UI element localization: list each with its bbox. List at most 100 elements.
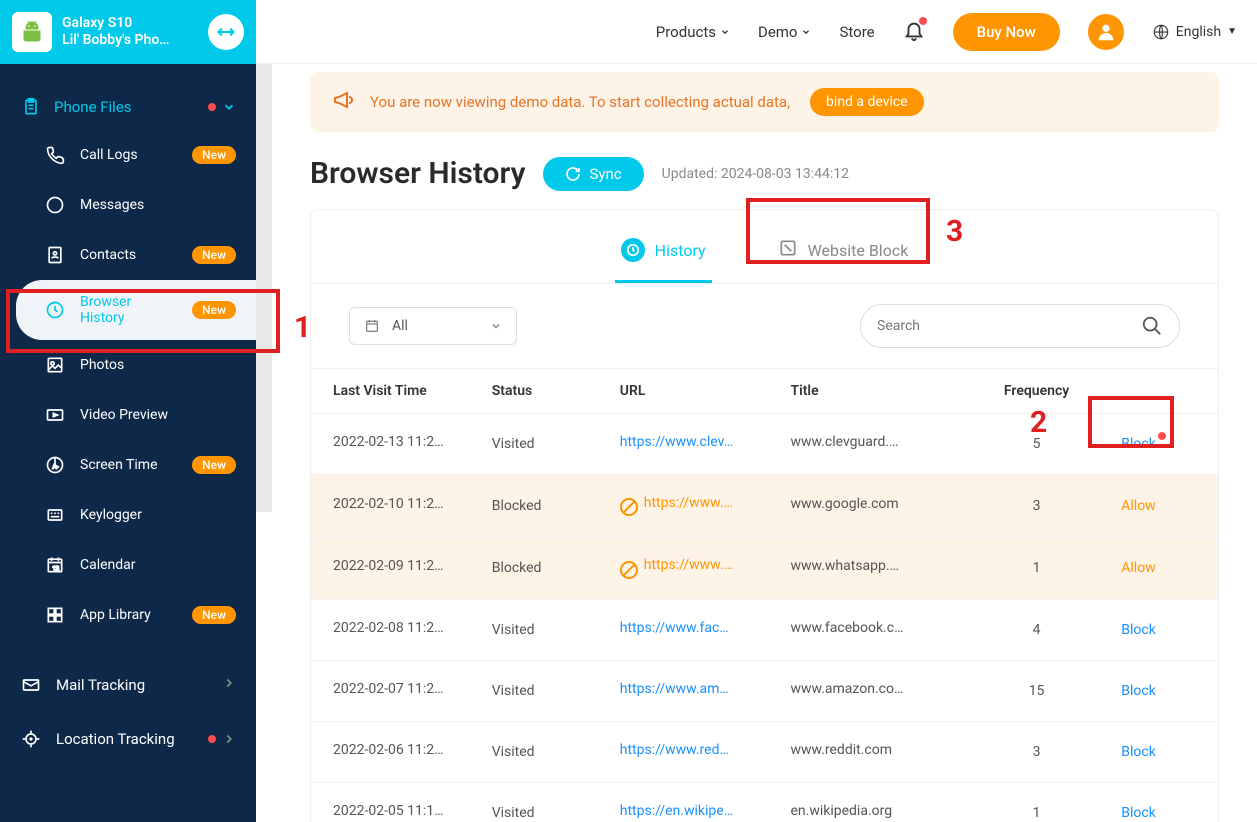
sidebar-item-label: Browser History — [80, 294, 178, 326]
url-link[interactable]: https://www.fac… — [620, 620, 729, 636]
cell-title: en.wikipedia.org — [780, 782, 961, 822]
search-box[interactable] — [860, 304, 1180, 348]
chevron-down-icon — [801, 27, 811, 37]
action-block[interactable]: Block — [1121, 622, 1156, 638]
chevron-down-icon — [720, 27, 730, 37]
sidebar-item-label: Contacts — [80, 247, 136, 263]
notification-dot — [208, 103, 216, 111]
target-icon — [20, 728, 42, 750]
ban-icon — [620, 498, 638, 516]
sync-button[interactable]: Sync — [543, 157, 643, 191]
new-badge: New — [192, 606, 236, 624]
cell-status: Visited — [482, 721, 610, 782]
cell-time: 2022-02-09 11:2… — [311, 537, 482, 599]
url-link[interactable]: https://www.clev… — [620, 434, 733, 450]
main-panel: History Website Block All Last Vis — [310, 209, 1219, 822]
nav-icon — [44, 194, 66, 216]
sidebar-item-location-tracking[interactable]: Location Tracking — [0, 712, 256, 766]
sidebar-item-photos[interactable]: Photos — [0, 340, 256, 390]
megaphone-icon — [332, 88, 356, 116]
search-icon — [1141, 315, 1163, 337]
notification-dot — [919, 17, 927, 25]
cell-url: https://en.wikipe… — [610, 782, 781, 822]
sidebar-item-contacts[interactable]: Contacts New — [0, 230, 256, 280]
sidebar-item-label: Messages — [80, 197, 144, 213]
nav-products[interactable]: Products — [656, 23, 730, 41]
cell-time: 2022-02-10 11:2… — [311, 475, 482, 537]
nav-demo[interactable]: Demo — [758, 23, 812, 41]
search-input[interactable] — [877, 318, 1131, 334]
chevron-down-icon — [222, 100, 236, 114]
date-filter-dropdown[interactable]: All — [349, 307, 517, 345]
cell-time: 2022-02-05 11:1… — [311, 782, 482, 822]
tab-website-block[interactable]: Website Block — [772, 228, 915, 283]
sidebar-item-messages[interactable]: Messages — [0, 180, 256, 230]
ban-icon — [620, 561, 638, 579]
table-row: 2022-02-08 11:2…Visitedhttps://www.fac…w… — [311, 599, 1218, 660]
cell-url: https://www.red… — [610, 721, 781, 782]
cell-action: Block — [1111, 782, 1218, 822]
sidebar-item-call-logs[interactable]: Call LogsNew — [0, 130, 256, 180]
tab-history[interactable]: History — [615, 228, 712, 283]
table-row: 2022-02-09 11:2…Blockedhttps://www.…www.… — [311, 537, 1218, 599]
nav-store[interactable]: Store — [839, 23, 874, 41]
sidebar-item-keylogger[interactable]: Keylogger — [0, 490, 256, 540]
table-row: 2022-02-06 11:2…Visitedhttps://www.red…w… — [311, 721, 1218, 782]
action-allow[interactable]: Allow — [1121, 560, 1155, 576]
sidebar: Galaxy S10 Lil' Bobby's Pho… Phone Files… — [0, 0, 256, 822]
banner-text: You are now viewing demo data. To start … — [370, 93, 790, 111]
col-frequency: Frequency — [962, 369, 1111, 414]
nav-icon — [44, 244, 66, 266]
refresh-icon — [565, 166, 581, 182]
cell-frequency: 3 — [962, 721, 1111, 782]
scrollbar[interactable] — [256, 64, 272, 512]
url-link[interactable]: https://www.… — [644, 557, 733, 573]
switch-device-icon[interactable] — [208, 14, 244, 50]
url-link[interactable]: https://www.am… — [620, 681, 729, 697]
sidebar-item-browser-history[interactable]: Browser HistoryNew — [16, 280, 256, 340]
cell-action: Block — [1111, 660, 1218, 721]
cell-status: Blocked — [482, 537, 610, 599]
nav-icon — [44, 504, 66, 526]
nav-icon — [44, 299, 66, 321]
nav-icon: 12 — [44, 554, 66, 576]
buy-now-button[interactable]: Buy Now — [953, 13, 1060, 51]
sidebar-item-video-preview[interactable]: Video Preview — [0, 390, 256, 440]
action-block[interactable]: Block — [1121, 436, 1156, 452]
content-area: You are now viewing demo data. To start … — [272, 64, 1257, 822]
action-block[interactable]: Block — [1121, 744, 1156, 760]
col-status: Status — [482, 369, 610, 414]
sidebar-item-label: Screen Time — [80, 457, 158, 473]
chevron-right-icon — [222, 732, 236, 746]
sidebar-item-calendar[interactable]: 12Calendar — [0, 540, 256, 590]
clipboard-icon — [20, 96, 42, 118]
demo-banner: You are now viewing demo data. To start … — [310, 72, 1219, 132]
table-row: 2022-02-07 11:2…Visitedhttps://www.am…ww… — [311, 660, 1218, 721]
action-block[interactable]: Block — [1121, 683, 1156, 699]
sidebar-item-label: App Library — [80, 607, 151, 623]
url-link[interactable]: https://www.red… — [620, 742, 729, 758]
globe-icon — [1152, 23, 1170, 41]
action-block[interactable]: Block — [1121, 805, 1156, 821]
url-link[interactable]: https://en.wikipe… — [620, 803, 733, 819]
page-title: Browser History — [310, 156, 525, 191]
cell-action: Block — [1111, 721, 1218, 782]
sidebar-item-app-library[interactable]: App Library New — [0, 590, 256, 640]
cell-status: Visited — [482, 599, 610, 660]
url-link[interactable]: https://www.… — [644, 495, 733, 511]
action-allow[interactable]: Allow — [1121, 498, 1155, 514]
android-icon — [12, 12, 52, 52]
notifications-icon[interactable] — [903, 19, 925, 45]
cell-status: Blocked — [482, 475, 610, 537]
sidebar-item-screen-time[interactable]: AScreen TimeNew — [0, 440, 256, 490]
sidebar-section-phone-files[interactable]: Phone Files — [0, 84, 256, 130]
bind-device-button[interactable]: bind a device — [810, 88, 924, 116]
nav-icon — [44, 604, 66, 626]
avatar[interactable] — [1088, 14, 1124, 50]
sidebar-item-mail-tracking[interactable]: Mail Tracking — [0, 658, 256, 712]
notification-dot — [208, 735, 216, 743]
new-badge: New — [192, 246, 236, 264]
table-row: 2022-02-13 11:2…Visitedhttps://www.clev…… — [311, 414, 1218, 475]
notification-dot — [1158, 432, 1166, 440]
language-selector[interactable]: English ▼ — [1152, 23, 1237, 41]
